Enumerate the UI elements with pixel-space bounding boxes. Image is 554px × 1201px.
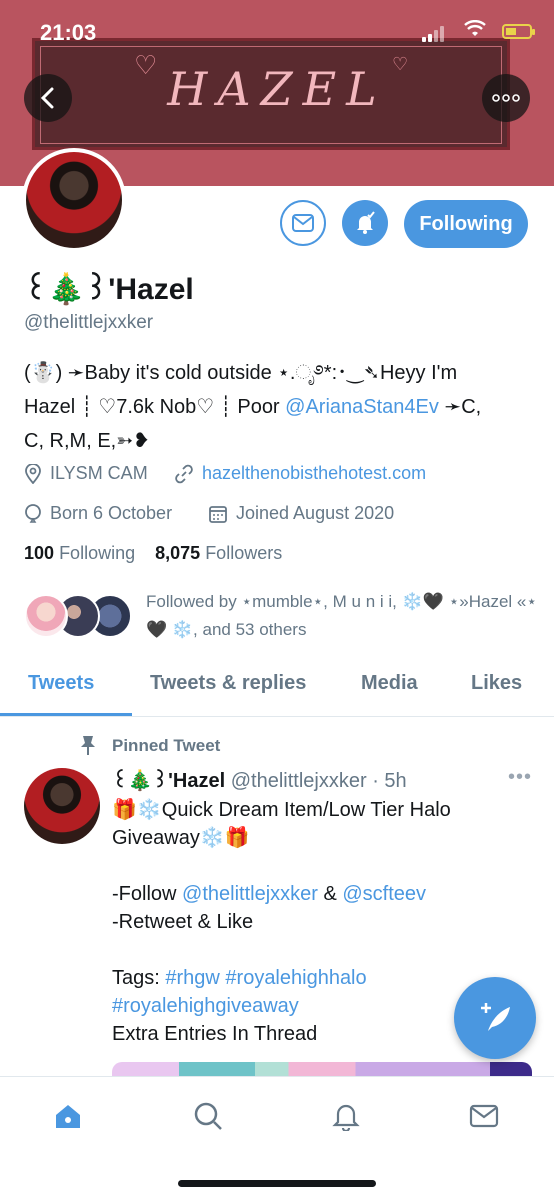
message-button[interactable] (280, 200, 326, 246)
nav-messages[interactable] (464, 1096, 504, 1136)
birthday: Born 6 October (24, 503, 172, 524)
following-count-link[interactable]: 100 Following (24, 543, 135, 563)
profile-bio: (☃️) ➛Baby it's cold outside ⋆.ೃ࿔*:･‿➴He… (24, 356, 534, 458)
home-indicator[interactable] (178, 1180, 376, 1187)
link-icon (175, 464, 193, 483)
birthday-text: Born 6 October (50, 503, 173, 523)
tweet-hashtag[interactable]: #rhgw (165, 967, 219, 989)
tweet-hashtag[interactable]: #royalehighgiveaway (112, 992, 512, 1020)
follow-counts: 100 Following 8,075 Followers (24, 543, 282, 564)
back-arrow-icon (40, 87, 54, 109)
following-label: Following (59, 543, 136, 563)
tweet-line: -Retweet & Like (112, 911, 254, 933)
tweet-body: 🎁❄️Quick Dream Item/Low Tier Halo Giveaw… (112, 796, 512, 1048)
tweet-text: & (317, 883, 343, 905)
notifications-button[interactable] (342, 200, 388, 246)
balloon-icon (25, 503, 41, 523)
profile-handle: @thelittlejxxker (24, 312, 154, 333)
tweet-line: Extra Entries In Thread (112, 1023, 318, 1045)
pin-icon (78, 734, 98, 761)
tweet-mention[interactable]: @scfteev (342, 883, 426, 905)
mail-icon (469, 1104, 499, 1128)
back-button[interactable] (24, 74, 72, 122)
nav-notifications[interactable] (326, 1096, 366, 1136)
tweet-text: Tags: (112, 967, 166, 989)
following-button[interactable]: Following (404, 200, 528, 248)
follower-avatar[interactable] (24, 594, 68, 638)
followers-label: Followers (205, 543, 283, 563)
tab-likes[interactable]: Likes (471, 672, 522, 695)
website-link[interactable]: hazelthenobisthehotest.com (202, 463, 426, 484)
signal-icon (422, 26, 446, 42)
bell-icon (332, 1104, 360, 1131)
tweet-line: 🎁❄️Quick Dream Item/Low Tier Halo Giveaw… (112, 799, 451, 849)
followers-count-link[interactable]: 8,075 Followers (155, 543, 282, 563)
profile-avatar[interactable] (22, 148, 126, 252)
tab-media[interactable]: Media (361, 672, 418, 695)
tweet-more-icon[interactable]: ••• (508, 766, 532, 789)
bio-text: Hazel ┊ ♡7.6k Nob♡ ┊ Poor (24, 396, 286, 418)
tweet-line: Tags: #rhgw #royalehighhalo (112, 964, 512, 992)
mail-icon (292, 214, 314, 232)
joined-text: Joined August 2020 (236, 503, 395, 523)
location-text: ILYSM CAM (50, 463, 148, 483)
ellipsis-icon (492, 94, 520, 102)
profile-name: ꒰🎄꒱'Hazel (24, 273, 194, 306)
tweet-header: ꒰🎄꒱'Hazel @thelittlejxxker · 5h (112, 766, 407, 793)
bio-line: Hazel ┊ ♡7.6k Nob♡ ┊ Poor @ArianaStan4Ev… (24, 390, 534, 424)
active-tab-indicator (0, 713, 132, 716)
location: ILYSM CAM (24, 463, 148, 484)
battery-icon (502, 24, 535, 39)
bio-line: (☃️) ➛Baby it's cold outside ⋆.ೃ࿔*:･‿➴He… (24, 362, 458, 384)
bell-check-icon (357, 211, 375, 234)
tab-tweets-replies[interactable]: Tweets & replies (150, 672, 306, 695)
home-icon (56, 1105, 80, 1128)
profile-tabs: Tweets Tweets & replies Media Likes (0, 664, 554, 717)
feather-plus-icon (481, 1003, 510, 1031)
search-icon (194, 1102, 222, 1130)
more-options-button[interactable] (482, 74, 530, 122)
tweet-hashtag[interactable]: #royalehighhalo (225, 967, 366, 989)
tweet-author-name[interactable]: ꒰🎄꒱'Hazel (112, 770, 225, 792)
join-date: Joined August 2020 (208, 503, 394, 524)
nav-search[interactable] (188, 1096, 228, 1136)
tweet-line: -Follow @thelittlejxxker & @scfteev (112, 880, 512, 908)
followed-by-text[interactable]: Followed by ⋆mumble⋆, M u n i i, ❄️🖤 ⋆»H… (146, 588, 546, 644)
followers-count: 8,075 (155, 543, 201, 563)
tweet-text: -Follow (112, 883, 183, 905)
tweet-mention[interactable]: @thelittlejxxker (182, 883, 318, 905)
banner-title: HAZEL (167, 62, 387, 116)
tweet-avatar[interactable] (24, 768, 100, 844)
location-pin-icon (25, 463, 41, 484)
nav-home[interactable] (48, 1096, 88, 1136)
following-count: 100 (24, 543, 55, 563)
status-bar: 21:03 (0, 0, 554, 54)
pinned-label: Pinned Tweet (112, 736, 221, 755)
bio-line: C, R,M, E,➳❥ (24, 430, 150, 452)
wifi-icon (464, 20, 486, 44)
compose-tweet-button[interactable] (454, 977, 536, 1059)
calendar-icon (209, 505, 227, 523)
tab-tweets[interactable]: Tweets (28, 672, 94, 695)
website[interactable]: hazelthenobisthehotest.com (174, 463, 426, 484)
bio-text: ➛C, (438, 396, 482, 418)
tweet-time: · 5h (372, 770, 407, 792)
tweet-author-handle: @thelittlejxxker (230, 770, 367, 792)
status-time: 21:03 (40, 20, 97, 45)
bio-mention-link[interactable]: @ArianaStan4Ev (285, 396, 439, 418)
